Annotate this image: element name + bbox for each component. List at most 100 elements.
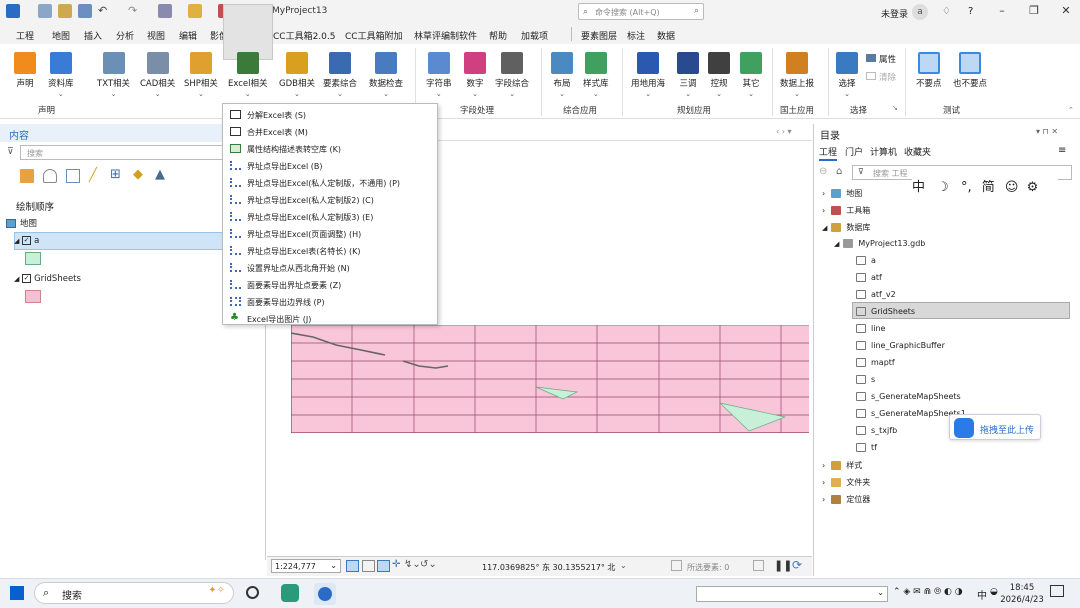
tab-analysis[interactable]: 分析 [116, 29, 134, 42]
list-by-selection-icon[interactable] [66, 169, 80, 183]
avatar[interactable]: a [912, 4, 928, 20]
ime-simplified-icon[interactable]: 简 [982, 180, 995, 195]
rotation-icon[interactable]: ↺⌄ [420, 559, 437, 570]
tray-icons[interactable]: ⌃ ◈ ✉ ⋒ ⦾ ◐ ◑ [893, 587, 963, 597]
library-button[interactable]: 资料库 ⌄ [48, 52, 74, 98]
excel-button[interactable]: Excel相关 ⌄ [228, 52, 268, 98]
catalog-folder-databases[interactable]: ◢ 数据库 [822, 222, 870, 233]
scale-selector[interactable]: 1:224,777 ⌄ [271, 559, 341, 573]
app-icon[interactable] [281, 584, 299, 602]
catalog-item[interactable]: atf_v2 [856, 290, 896, 299]
style-library-button[interactable]: 样式库 ⌄ [583, 52, 609, 98]
command-search-input[interactable]: ⌕ 命令搜索 (Alt+Q) ⌕ [578, 3, 704, 20]
catalog-item[interactable]: line [856, 324, 885, 333]
other-button[interactable]: 其它 ⌄ [740, 52, 762, 98]
ime-settings-icon[interactable]: ⚙ [1027, 180, 1039, 195]
layer-gridsheets-symbol[interactable] [25, 290, 41, 303]
field-synthesis-button[interactable]: 字段综合 ⌄ [495, 52, 529, 98]
coordinate-tool-icon[interactable]: ✛ [392, 559, 400, 570]
tab-feature-layer[interactable]: 要素图层 [581, 29, 617, 42]
string-button[interactable]: 字符串 ⌄ [426, 52, 452, 98]
clear-button[interactable]: 清除 [866, 71, 896, 83]
close-icon[interactable]: ✕ [1056, 4, 1076, 17]
list-by-editing-icon[interactable]: ╱ [89, 168, 97, 183]
filter-icon[interactable]: ⊽ [7, 147, 14, 157]
catalog-tab-portal[interactable]: 门户 [845, 145, 863, 158]
arcgis-taskbar-icon[interactable] [314, 583, 336, 605]
menu-item-boundary-points-custom2[interactable]: 界址点导出Excel(私人定制版2) (C) [223, 191, 437, 208]
tab-addins[interactable]: 加载项 [521, 29, 548, 42]
map-node[interactable]: 地图 [6, 217, 37, 229]
txt-button[interactable]: TXT相关 ⌄ [97, 52, 130, 98]
catalog-folder-maps[interactable]: › 地图 [822, 188, 862, 199]
gdb-button[interactable]: GDB相关 ⌄ [279, 52, 315, 98]
menu-item-polygon-to-points[interactable]: 面要素导出界址点要素 (Z) [223, 276, 437, 293]
refresh-icon[interactable]: ⟳ [792, 558, 802, 572]
layer-gridsheets[interactable]: ◢ ✓ GridSheets [14, 274, 81, 284]
tab-cc-toolbox-addon[interactable]: CC工具箱附加 [345, 29, 403, 42]
list-by-drawing-order-icon[interactable] [20, 169, 34, 183]
ime-moon-icon[interactable]: ☽ [937, 180, 949, 195]
back-icon[interactable]: ⊖ [819, 166, 827, 177]
menu-icon[interactable]: ≡ [1058, 145, 1066, 156]
dont-click-button[interactable]: 不要点 [916, 52, 942, 89]
catalog-item[interactable]: s_txjfb [856, 426, 897, 435]
also-dont-click-button[interactable]: 也不要点 [953, 52, 987, 89]
select-tool-icon[interactable] [158, 4, 172, 18]
catalog-folder-locators[interactable]: › 定位器 [822, 494, 870, 505]
third-survey-button[interactable]: 三调 ⌄ [677, 52, 699, 98]
catalog-folder-styles[interactable]: › 样式 [822, 460, 862, 471]
shp-button[interactable]: SHP相关 ⌄ [184, 52, 218, 98]
catalog-item[interactable]: s [856, 375, 875, 384]
visibility-checkbox[interactable]: ✓ [22, 236, 32, 245]
catalog-item[interactable]: atf [856, 273, 882, 282]
minimize-icon[interactable]: – [992, 4, 1012, 17]
tab-edit[interactable]: 编辑 [179, 29, 197, 42]
dialog-launcher-icon[interactable]: ↘ [892, 104, 898, 112]
tab-map[interactable]: 地图 [52, 29, 70, 42]
tab-insert[interactable]: 插入 [84, 29, 102, 42]
catalog-folder-toolboxes[interactable]: › 工具箱 [822, 205, 870, 216]
catalog-tab-project[interactable]: 工程 [819, 145, 838, 161]
catalog-tab-computer[interactable]: 计算机 [870, 145, 897, 158]
layout-button[interactable]: 布局 ⌄ [551, 52, 573, 98]
tab-forestry-software[interactable]: 林草评编制软件 [414, 29, 477, 42]
pane-options-icon[interactable]: ▾ ⊓ ✕ [1036, 127, 1058, 136]
windows-start-icon[interactable] [10, 586, 24, 600]
redo-icon[interactable]: ↷ [128, 4, 142, 18]
list-by-source-icon[interactable] [43, 169, 57, 183]
menu-item-boundary-points-long-name[interactable]: 界址点导出Excel表(名特长) (K) [223, 242, 437, 259]
grid-sheets-polygons[interactable] [291, 325, 809, 433]
menu-item-boundary-points-page[interactable]: 界址点导出Excel(页面调整) (H) [223, 225, 437, 242]
feature-synthesis-button[interactable]: 要素综合 ⌄ [323, 52, 357, 98]
zoom-selection-icon[interactable] [753, 560, 764, 571]
number-button[interactable]: 数字 ⌄ [464, 52, 486, 98]
menu-item-boundary-points-export[interactable]: 界址点导出Excel (B) [223, 157, 437, 174]
catalog-item[interactable]: line_GraphicBuffer [856, 341, 945, 350]
data-check-button[interactable]: 数据检查 ⌄ [369, 52, 403, 98]
chevron-down-icon[interactable]: ⌄ [620, 561, 627, 570]
help-icon[interactable]: ? [968, 6, 973, 17]
menu-item-excel-to-image[interactable]: ♣ Excel导出图片 (J) [223, 310, 437, 327]
taskbar-input-box[interactable]: ⌄ [696, 586, 888, 602]
catalog-item[interactable]: tf [856, 443, 877, 452]
table-display-icon[interactable] [362, 560, 375, 572]
menu-item-boundary-points-custom[interactable]: 界址点导出Excel(私人定制版，不通用) (P) [223, 174, 437, 191]
map-tab-scroll-icon[interactable]: ‹ › ▾ [776, 127, 792, 136]
tab-view[interactable]: 视图 [147, 29, 165, 42]
taskbar-search[interactable]: ⌕ 搜索 ✦✧ [34, 582, 234, 604]
undo-icon[interactable]: ↶ [98, 4, 112, 18]
tab-project[interactable]: 工程 [16, 29, 34, 42]
navigation-dropdown-icon[interactable]: ↯⌄ [404, 559, 421, 570]
home-icon[interactable]: ⌂ [836, 166, 842, 177]
attributes-button[interactable]: 属性 [866, 53, 896, 65]
layer-a-symbol[interactable] [25, 252, 41, 265]
menu-item-attr-structure-to-empty-db[interactable]: 属性结构描述表转空库 (K) [223, 140, 437, 157]
catalog-tab-favorites[interactable]: 收藏夹 [904, 145, 931, 158]
visibility-checkbox[interactable]: ✓ [22, 274, 32, 283]
cad-button[interactable]: CAD相关 ⌄ [140, 52, 175, 98]
menu-item-polygon-to-boundary[interactable]: 面要素导出边界线 (P) [223, 293, 437, 310]
task-view-icon[interactable] [246, 586, 259, 599]
ime-punctuation-icon[interactable]: °, [961, 180, 972, 195]
catalog-item[interactable]: GridSheets [856, 307, 915, 316]
